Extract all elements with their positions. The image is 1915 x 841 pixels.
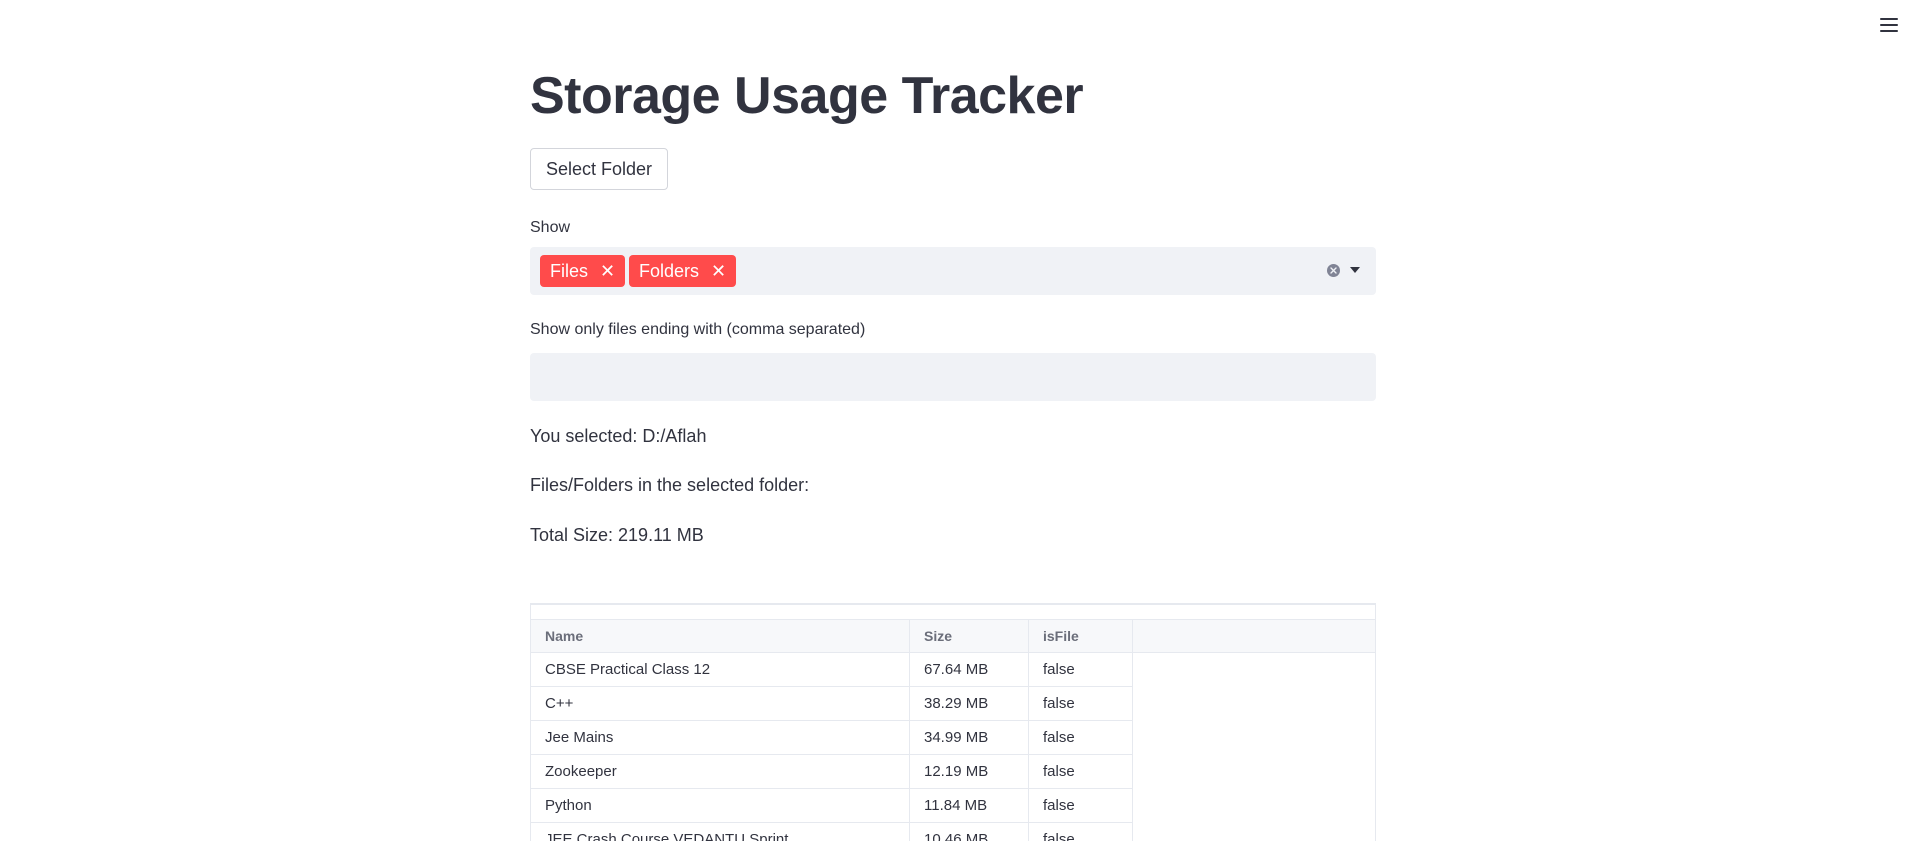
select-folder-button[interactable]: Select Folder <box>530 148 669 190</box>
table-row[interactable]: Jee Mains 34.99 MB false <box>531 720 1133 755</box>
files-dataframe[interactable]: Name Size isFile CBSE Practical Class 12… <box>530 603 1376 841</box>
app-root: Storage Usage Tracker Select Folder Show… <box>0 0 1915 841</box>
table-row[interactable]: CBSE Practical Class 12 67.64 MB false <box>531 652 1133 687</box>
cell-isfile: false <box>1029 686 1133 720</box>
show-multiselect[interactable]: Files ✕ Folders ✕ <box>530 247 1376 295</box>
show-label: Show <box>530 219 571 236</box>
cell-size: 11.84 MB <box>910 788 1029 822</box>
tag-folders: Folders ✕ <box>629 255 737 287</box>
cell-isfile: false <box>1029 652 1133 686</box>
total-size-text: Total Size: 219.11 MB <box>530 525 704 545</box>
close-icon[interactable]: ✕ <box>711 262 726 280</box>
selected-folder-text: You selected: D:/Aflah <box>530 426 707 446</box>
hamburger-menu-icon <box>1880 18 1898 32</box>
page-title: Storage Usage Tracker <box>530 67 1084 125</box>
table-header: Name Size isFile <box>531 619 1375 653</box>
clear-icon[interactable] <box>1327 264 1340 277</box>
filter-label: Show only files ending with (comma separ… <box>530 321 866 338</box>
close-icon[interactable]: ✕ <box>600 262 615 280</box>
tag-label: Folders <box>639 260 700 281</box>
cell-name: Zookeeper <box>531 754 910 788</box>
cell-name: C++ <box>531 686 910 720</box>
list-heading: Files/Folders in the selected folder: <box>530 475 810 495</box>
cell-size: 67.64 MB <box>910 652 1029 686</box>
main-menu-button[interactable] <box>1875 12 1903 38</box>
cell-name: Python <box>531 788 910 822</box>
cell-name: JEE Crash Course VEDANTU Sprint <box>531 822 910 841</box>
cell-isfile: false <box>1029 788 1133 822</box>
table-row[interactable]: Python 11.84 MB false <box>531 788 1133 823</box>
cell-name: CBSE Practical Class 12 <box>531 652 910 686</box>
cell-size: 34.99 MB <box>910 720 1029 754</box>
table-row[interactable]: JEE Crash Course VEDANTU Sprint 10.46 MB… <box>531 822 1133 841</box>
cell-name: Jee Mains <box>531 720 910 754</box>
cell-isfile: false <box>1029 754 1133 788</box>
column-header-isfile[interactable]: isFile <box>1029 620 1133 652</box>
extension-filter-input[interactable] <box>530 353 1376 401</box>
column-header-name[interactable]: Name <box>531 620 910 652</box>
cell-size: 38.29 MB <box>910 686 1029 720</box>
column-header-size[interactable]: Size <box>910 620 1029 652</box>
cell-isfile: false <box>1029 720 1133 754</box>
chevron-down-icon[interactable] <box>1350 267 1360 273</box>
cell-size: 12.19 MB <box>910 754 1029 788</box>
table-row[interactable]: Zookeeper 12.19 MB false <box>531 754 1133 789</box>
tag-label: Files <box>550 260 589 281</box>
cell-size: 10.46 MB <box>910 822 1029 841</box>
cell-isfile: false <box>1029 822 1133 841</box>
tag-files: Files ✕ <box>540 255 626 287</box>
table-row[interactable]: C++ 38.29 MB false <box>531 686 1133 721</box>
